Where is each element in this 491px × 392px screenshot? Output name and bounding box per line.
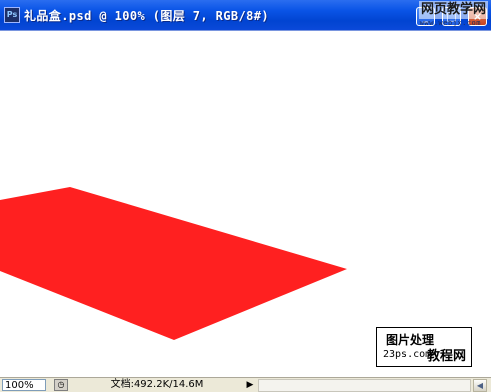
watermark-text-url: 23ps.com [383, 349, 432, 360]
watermark-site-title: 网页教学网 [418, 1, 488, 19]
scroll-left-arrow-icon[interactable]: ◀ [473, 379, 487, 392]
title-bar[interactable]: Ps 礼品盒.psd @ 100% (图层 7, RGB/8#) _ □ × 网… [0, 0, 491, 30]
watermark-text-line3: 教程网 [427, 349, 467, 364]
photoshop-app-icon[interactable]: Ps [4, 7, 20, 23]
horizontal-scrollbar[interactable] [258, 379, 471, 392]
watermark-logo-box: 图片处理 23ps.com 教程网 [376, 327, 472, 367]
photoshop-document-window: Ps 礼品盒.psd @ 100% (图层 7, RGB/8#) _ □ × 网… [0, 0, 491, 392]
watermark-site-url: www.webjx.com [419, 19, 481, 27]
status-bar: 100% ◷ 文档:492.2K/14.6M ▶ ◀ [0, 377, 491, 392]
window-title: 礼品盒.psd @ 100% (图层 7, RGB/8#) [24, 9, 269, 23]
document-canvas[interactable]: 图片处理 23ps.com 教程网 [0, 30, 491, 378]
zoom-level-field[interactable]: 100% [2, 379, 46, 391]
document-size-info: 文档:492.2K/14.6M [110, 379, 204, 390]
red-parallelogram-shape [0, 187, 347, 340]
status-menu-arrow-icon[interactable]: ▶ [244, 379, 256, 391]
status-options-icon[interactable]: ◷ [54, 379, 68, 391]
canvas-artwork [0, 187, 347, 340]
